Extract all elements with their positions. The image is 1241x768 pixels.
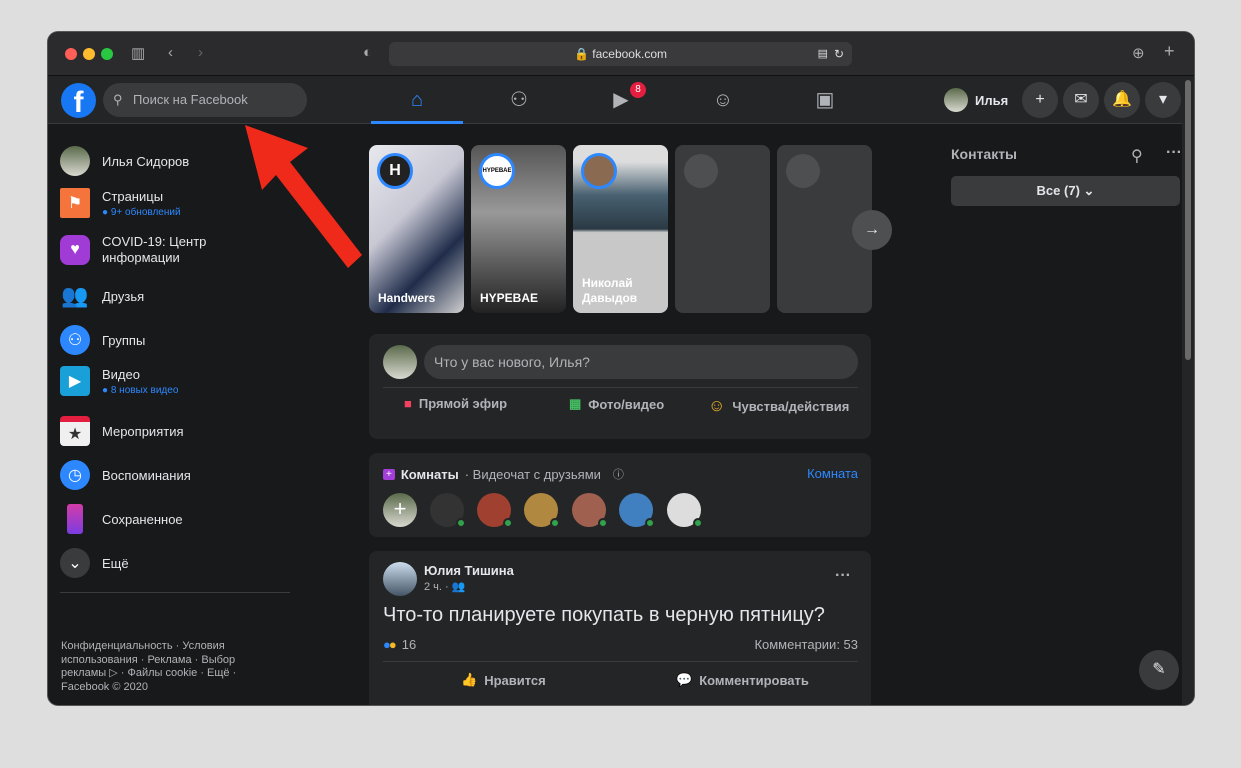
red-arrow-icon <box>245 125 362 268</box>
annotation-arrow <box>245 125 362 268</box>
